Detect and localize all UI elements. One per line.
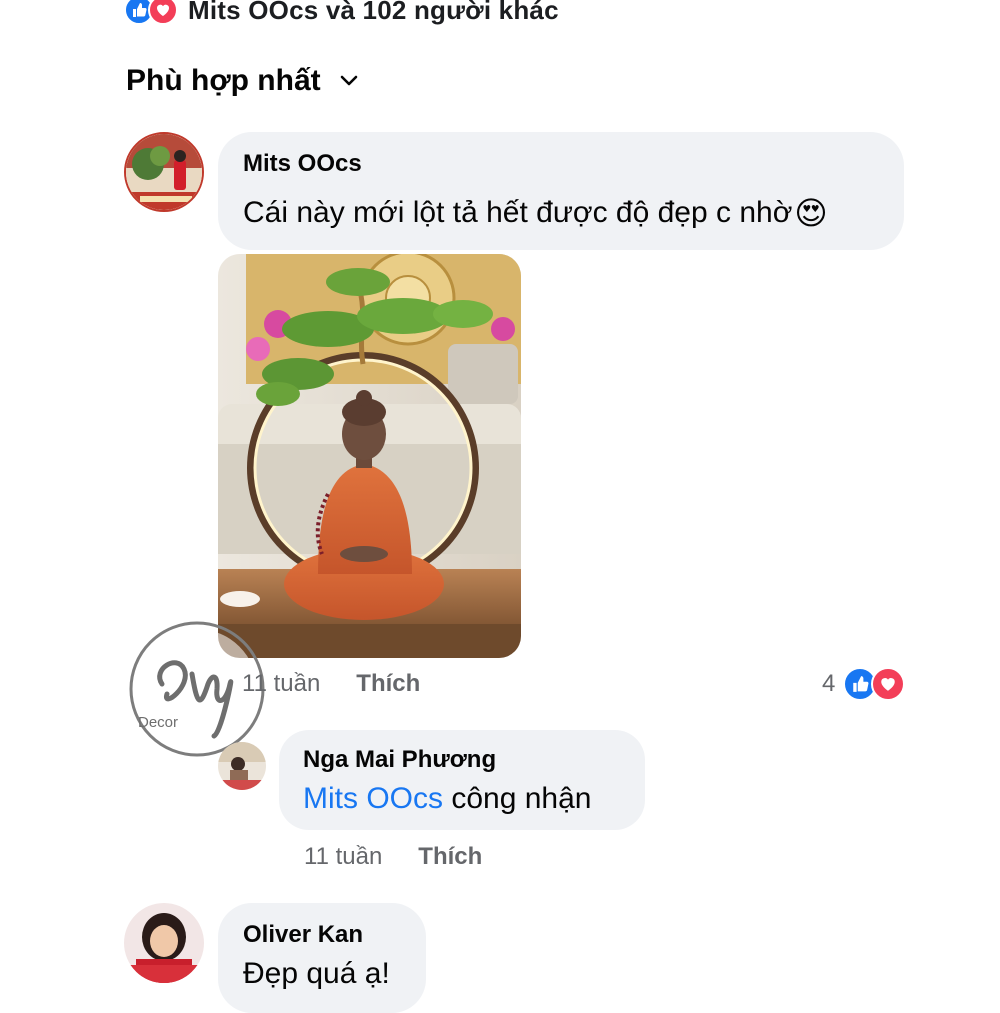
reaction-count: 4 xyxy=(822,670,836,697)
comment-author[interactable]: Mits OOcs xyxy=(243,150,362,178)
heart-eyes-emoji-icon: 😍 xyxy=(794,195,828,231)
reply-mention-link[interactable]: Mits OOcs xyxy=(303,782,443,815)
reply-author[interactable]: Nga Mai Phương xyxy=(303,746,496,774)
reply-time[interactable]: 11 tuần xyxy=(304,843,382,871)
avatar[interactable] xyxy=(124,132,204,212)
love-icon xyxy=(871,667,906,701)
comment-time[interactable]: 11 tuần xyxy=(242,670,320,698)
love-icon xyxy=(148,0,178,25)
reactions-summary-text: Mits OOcs và 102 người khác xyxy=(188,0,559,25)
comment-author[interactable]: Oliver Kan xyxy=(243,921,363,949)
comment-text: Cái này mới lột tả hết được độ đẹp c nhờ xyxy=(243,196,793,229)
reply-meta: 11 tuần Thích xyxy=(304,843,482,871)
reply-text-line: Mits OOcs công nhận xyxy=(303,782,591,816)
comment-reactions[interactable]: 4 xyxy=(822,667,906,701)
comment-bubble: Oliver Kan Đẹp quá ạ! xyxy=(218,903,426,1013)
watermark-sub: Decor xyxy=(138,714,179,731)
avatar[interactable] xyxy=(218,742,266,790)
comment-sort-dropdown[interactable]: Phù hợp nhất xyxy=(126,64,359,98)
sort-label: Phù hợp nhất xyxy=(126,64,321,97)
like-button[interactable]: Thích xyxy=(418,843,482,871)
like-button[interactable]: Thích xyxy=(356,670,420,698)
reply-bubble: Nga Mai Phương Mits OOcs công nhận xyxy=(279,730,645,830)
post-reactions-summary[interactable]: Mits OOcs và 102 người khác xyxy=(124,0,559,30)
comment-bubble: Mits OOcs Cái này mới lột tả hết được độ… xyxy=(218,132,904,250)
reply-text: công nhận xyxy=(451,782,592,815)
comment-text: Đẹp quá ạ! xyxy=(243,957,390,990)
comment-meta: 11 tuần Thích xyxy=(242,670,420,698)
avatar[interactable] xyxy=(124,903,204,983)
comment-photo[interactable] xyxy=(218,254,521,658)
chevron-down-icon xyxy=(339,75,359,87)
